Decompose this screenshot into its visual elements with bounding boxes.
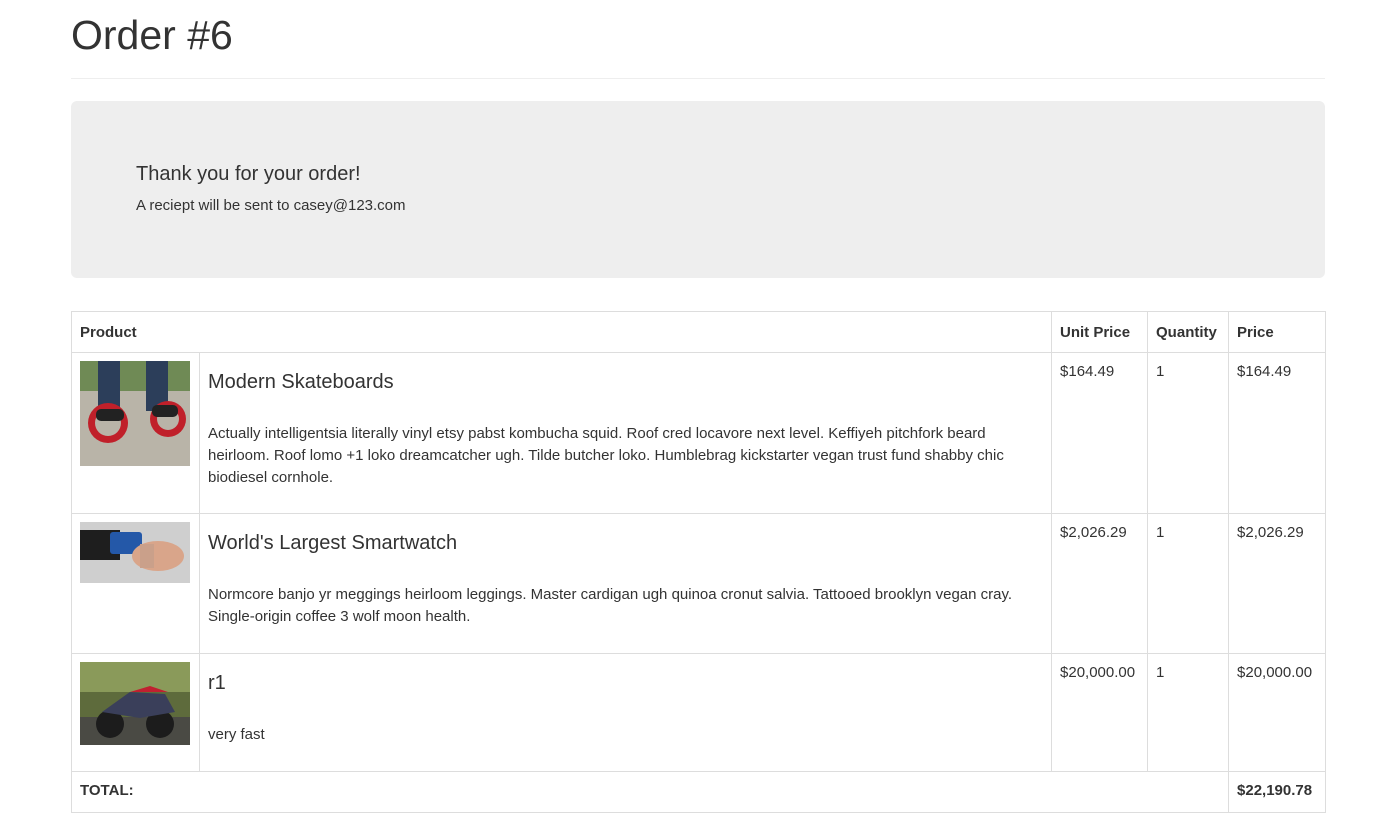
receipt-notice: A reciept will be sent to casey@123.com <box>136 197 406 214</box>
column-header-quantity: Quantity <box>1147 311 1230 353</box>
quantity-cell: 1 <box>1147 352 1230 514</box>
page-title: Order #6 <box>71 12 233 58</box>
product-description: Actually intelligentsia literally vinyl … <box>208 425 1004 486</box>
price-cell: $164.49 <box>1228 352 1327 514</box>
total-value: $22,190.78 <box>1228 771 1327 813</box>
page-header: Order #6 <box>71 0 1325 79</box>
table-row: World's Largest Smartwatch Normcore banj… <box>71 513 1327 654</box>
order-page: Order #6 Thank you for your order! A rec… <box>70 0 1327 813</box>
quantity-cell: 1 <box>1147 653 1230 772</box>
column-header-price: Price <box>1228 311 1327 353</box>
product-description: very fast <box>208 726 265 743</box>
table-row: r1 very fast $20,000.00 1 $20,000.00 <box>71 653 1327 772</box>
product-details-cell: World's Largest Smartwatch Normcore banj… <box>198 513 1053 654</box>
price-cell: $2,026.29 <box>1228 513 1327 654</box>
unit-price-cell: $164.49 <box>1051 352 1149 514</box>
unit-price-cell: $2,026.29 <box>1051 513 1149 654</box>
table-row: Modern Skateboards Actually intelligents… <box>71 352 1327 514</box>
product-description: Normcore banjo yr meggings heirloom legg… <box>208 586 1013 625</box>
product-details-cell: Modern Skateboards Actually intelligents… <box>198 352 1053 514</box>
column-header-product: Product <box>70 311 1053 353</box>
total-label: TOTAL: <box>70 771 1230 813</box>
unit-price-cell: $20,000.00 <box>1051 653 1149 772</box>
thank-you-heading: Thank you for your order! <box>136 163 361 185</box>
product-details-cell: r1 very fast <box>198 653 1053 772</box>
product-name: Modern Skateboards <box>208 371 394 393</box>
product-image-cell <box>71 653 200 772</box>
skateboards-photo <box>80 361 190 466</box>
product-name: r1 <box>208 672 226 694</box>
price-cell: $20,000.00 <box>1228 653 1327 772</box>
table-header-row: Product Unit Price Quantity Price <box>70 311 1327 353</box>
total-row: TOTAL: $22,190.78 <box>70 771 1327 813</box>
thank-you-panel: Thank you for your order! A reciept will… <box>71 101 1325 278</box>
product-image-cell <box>71 513 200 654</box>
column-header-unit-price: Unit Price <box>1051 311 1149 353</box>
quantity-cell: 1 <box>1147 513 1230 654</box>
smartwatch-photo <box>80 522 190 583</box>
order-table: Product Unit Price Quantity Price Modern… <box>70 311 1327 813</box>
product-image-cell <box>71 352 200 514</box>
motorcycle-photo <box>80 662 190 745</box>
product-name: World's Largest Smartwatch <box>208 532 458 554</box>
